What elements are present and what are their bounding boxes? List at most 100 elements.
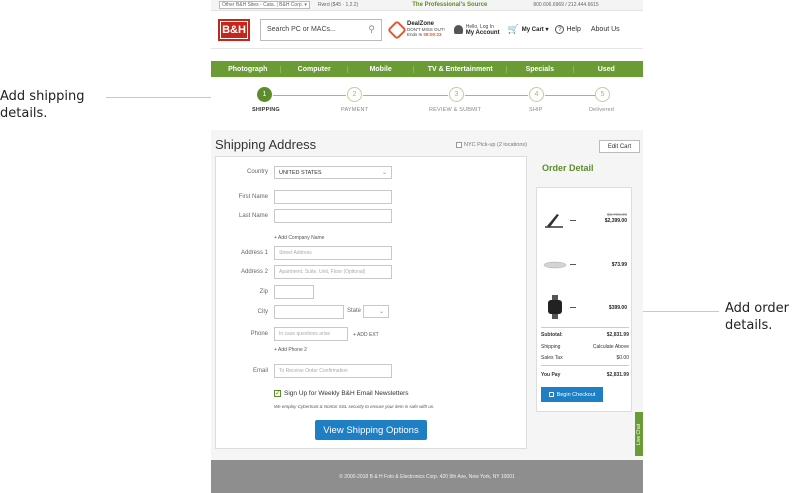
address2-label: Address 2	[240, 269, 268, 275]
nyc-pickup-checkbox[interactable]	[456, 142, 462, 148]
item-price: $2,399.00	[604, 218, 627, 224]
cart-label: My Cart ▾	[521, 27, 549, 33]
item-price: $73.99	[611, 262, 627, 268]
site-footer: © 2000-2018 B & H Foto & Electronics Cor…	[211, 460, 643, 493]
newsletter-label: Sign Up for Weekly B&H Email Newsletters	[284, 390, 409, 397]
nav-item-mobile[interactable]: Mobile	[348, 65, 415, 73]
account-label: My Account	[465, 29, 500, 36]
last-name-label: Last Name	[238, 213, 268, 219]
phone-numbers: 800.606.6969 / 212.444.6615	[533, 2, 599, 8]
top-utility-bar: Other B&H Sites - Cata. | B&H Corp. ▾ Rw…	[211, 0, 643, 11]
last-name-field[interactable]	[274, 209, 392, 223]
summary-divider	[541, 327, 629, 328]
step-4-circle: 4	[529, 87, 544, 102]
item-dash	[570, 220, 576, 221]
checkout-page: Other B&H Sites - Cata. | B&H Corp. ▾ Rw…	[211, 0, 643, 493]
mouse-image	[543, 261, 567, 269]
annotation-shipping: Add shipping details.	[0, 89, 85, 121]
nav-item-specials[interactable]: Specials	[507, 65, 574, 73]
begin-checkout-button[interactable]: Begin Checkout	[541, 387, 603, 402]
country-select[interactable]: UNITED STATES ⌄	[274, 166, 392, 179]
step-connector	[363, 95, 448, 96]
help-link[interactable]: ? Help	[555, 25, 581, 34]
order-detail-title: Order Detail	[542, 163, 594, 173]
view-shipping-options-button[interactable]: View Shipping Options	[315, 420, 427, 440]
subtotal-row: Subtotal: $2,831.99	[541, 332, 629, 338]
item-old-price: $2,799.00	[606, 212, 627, 217]
search-placeholder: Search PC or MACs...	[267, 26, 336, 33]
zip-field[interactable]	[274, 285, 314, 299]
deal-timer: 08:00:23	[423, 32, 442, 37]
about-link[interactable]: About Us	[591, 26, 620, 33]
add-phone2-link[interactable]: + Add Phone 2	[274, 347, 307, 353]
email-field[interactable]: To Receive Order Confirmation	[274, 364, 392, 378]
cart-icon: 🛒	[507, 24, 519, 34]
shipping-value: Calculate Above	[592, 344, 629, 350]
annotation-line-right	[641, 311, 719, 312]
nyc-pickup-option[interactable]: NYC Pick-up (2 locations)	[456, 142, 527, 148]
add-company-link[interactable]: + Add Company Name	[274, 235, 324, 241]
step-1-label: SHIPPING	[252, 107, 280, 113]
step-5-circle: 5	[595, 87, 610, 102]
summary-divider	[541, 365, 629, 366]
address1-field[interactable]: Street Address	[274, 246, 392, 260]
cart-link[interactable]: 🛒 My Cart ▾	[508, 24, 549, 35]
country-label: Country	[246, 169, 268, 175]
newsletter-option[interactable]: ✓ Sign Up for Weekly B&H Email Newslette…	[274, 390, 409, 397]
security-note: We employ Cybertrust & Norton SSL securi…	[274, 404, 435, 409]
phone-label: Phone	[250, 331, 268, 337]
add-ext-link[interactable]: + ADD EXT	[353, 332, 379, 338]
country-value: UNITED STATES	[279, 169, 322, 176]
email-label: Email	[252, 368, 268, 374]
laptop-image	[545, 214, 563, 228]
order-detail-panel: $2,799.00 $2,399.00 $73.99 $399.00 Subto…	[536, 187, 632, 412]
user-icon	[453, 25, 463, 34]
step-4-label: SHIP	[529, 107, 543, 113]
nav-item-used[interactable]: Used	[574, 66, 639, 73]
live-chat-tab[interactable]: Live Chat	[635, 412, 643, 456]
state-select[interactable]: ⌄	[363, 305, 389, 318]
first-name-field[interactable]	[274, 190, 392, 204]
city-label: City	[257, 309, 268, 315]
item-price: $399.00	[608, 305, 627, 311]
dealzone[interactable]: DealZone DON'T MISS OUT! Ends In 08:00:2…	[387, 19, 445, 40]
account-link[interactable]: Hello, Log In My Account	[453, 24, 500, 36]
checkmark-icon[interactable]: ✓	[274, 390, 281, 397]
help-icon: ?	[555, 25, 565, 34]
watch-image	[548, 295, 562, 319]
step-connector	[545, 95, 595, 96]
step-3-circle: 3	[449, 87, 464, 102]
begin-checkout-label: Begin Checkout	[556, 391, 596, 398]
rewards-text: Rwrd ($45 · 1.2.2)	[317, 2, 359, 8]
tax-label: Sales Tax	[541, 355, 563, 361]
first-name-label: First Name	[238, 194, 268, 200]
annotation-order: Add order details.	[725, 301, 789, 333]
search-input[interactable]: Search PC or MACs... ⚲	[260, 18, 382, 41]
shipping-label: Shipping	[541, 344, 561, 350]
subtotal-label: Subtotal:	[541, 332, 563, 338]
edit-cart-button[interactable]: Edit Cart	[599, 140, 640, 153]
nav-item-photograph[interactable]: Photograph	[215, 65, 282, 73]
zip-label: Zip	[259, 289, 268, 295]
state-label: State	[347, 308, 362, 314]
phone-field[interactable]: In case questions arise	[274, 327, 348, 341]
item-dash	[570, 307, 576, 308]
item-dash	[570, 264, 576, 265]
address2-field[interactable]: Apartment, Suite, Unit, Floor (Optional)	[274, 265, 392, 279]
step-5-label: Delivered	[589, 107, 615, 113]
site-selector[interactable]: Other B&H Sites - Cata. | B&H Corp. ▾	[219, 1, 310, 9]
step-3-label: REVIEW & SUBMIT	[429, 107, 482, 113]
main-nav: Photograph Computer Mobile TV & Entertai…	[211, 61, 643, 77]
search-icon[interactable]: ⚲	[368, 24, 375, 35]
nav-item-tv[interactable]: TV & Entertainment	[414, 65, 508, 73]
chevron-down-icon: ⌄	[378, 309, 384, 315]
subtotal-value: $2,831.99	[606, 332, 629, 338]
nav-item-computer[interactable]: Computer	[281, 65, 348, 73]
step-1-circle: 1	[257, 87, 272, 102]
shipping-row: Shipping Calculate Above	[541, 344, 629, 350]
step-2-label: PAYMENT	[341, 107, 369, 113]
bh-logo[interactable]: B&H	[218, 18, 250, 41]
annotation-line-left	[106, 97, 214, 98]
city-field[interactable]	[274, 305, 344, 319]
address1-label: Address 1	[240, 250, 268, 256]
